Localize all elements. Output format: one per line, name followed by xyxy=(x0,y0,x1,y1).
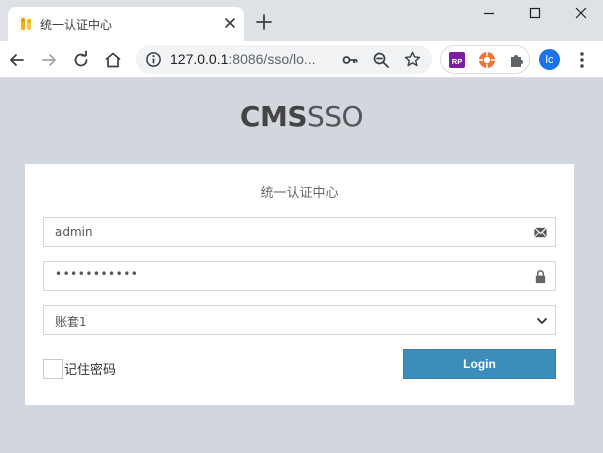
browser-toolbar: 127.0.0.1:8086/sso/lo... RP lc xyxy=(0,41,603,78)
username-value: admin xyxy=(55,225,93,239)
login-button[interactable]: Login xyxy=(403,349,556,379)
rp-extension-icon[interactable]: RP xyxy=(448,51,466,69)
back-arrow-icon[interactable] xyxy=(7,50,27,70)
remember-password: 记住密码 xyxy=(43,358,116,379)
url-text: 127.0.0.1:8086/sso/lo... xyxy=(170,51,316,67)
logo-cms: CMS xyxy=(239,100,308,133)
extensions-group: RP xyxy=(440,45,530,74)
account-set-value: 账套1 xyxy=(55,315,87,329)
url-path: :8086/sso/lo... xyxy=(228,51,316,67)
remember-checkbox[interactable] xyxy=(43,358,63,379)
address-bar[interactable]: 127.0.0.1:8086/sso/lo... xyxy=(136,45,432,74)
browser-menu-kebab-icon[interactable] xyxy=(573,50,591,70)
envelope-icon xyxy=(533,227,548,238)
reload-icon[interactable] xyxy=(71,50,91,70)
remember-label[interactable]: 记住密码 xyxy=(64,359,116,378)
login-title: 统一认证中心 xyxy=(260,186,339,201)
url-host: 127.0.0.1 xyxy=(170,51,229,67)
app-logo: CMSSSO xyxy=(0,100,603,133)
username-input[interactable]: admin xyxy=(43,217,556,247)
new-tab-plus-icon[interactable] xyxy=(255,13,273,31)
rp-extension-label: RP xyxy=(452,57,462,66)
profile-avatar[interactable]: lc xyxy=(539,49,560,70)
window-close-icon[interactable] xyxy=(572,4,590,22)
bookmark-star-icon[interactable] xyxy=(403,50,422,69)
forward-arrow-icon[interactable] xyxy=(39,50,59,70)
zoom-out-icon[interactable] xyxy=(372,51,390,69)
tab-title: 统一认证中心 xyxy=(40,18,113,32)
logo-sso: SSO xyxy=(306,100,364,133)
chevron-down-icon xyxy=(537,318,547,324)
lock-icon xyxy=(535,270,546,284)
browser-tab[interactable]: 统一认证中心 xyxy=(8,7,244,41)
site-info-icon[interactable] xyxy=(145,51,162,68)
browser-tabstrip: 统一认证中心 xyxy=(0,0,603,41)
password-value: ••••••••••• xyxy=(55,267,139,281)
window-maximize-icon[interactable] xyxy=(526,4,544,22)
account-set-select[interactable]: 账套1 xyxy=(43,305,556,335)
key-icon[interactable] xyxy=(341,51,359,69)
extensions-puzzle-icon[interactable] xyxy=(508,51,526,69)
tab-close-icon[interactable] xyxy=(222,15,238,31)
password-input[interactable]: ••••••••••• xyxy=(43,261,556,291)
home-icon[interactable] xyxy=(103,50,123,70)
login-box: 统一认证中心 admin ••••••••••• 账套1 记住密码 Login xyxy=(25,164,574,405)
window-minimize-icon[interactable] xyxy=(480,4,498,22)
keys-favicon-icon xyxy=(20,17,32,30)
orange-extension-icon[interactable] xyxy=(478,51,496,69)
